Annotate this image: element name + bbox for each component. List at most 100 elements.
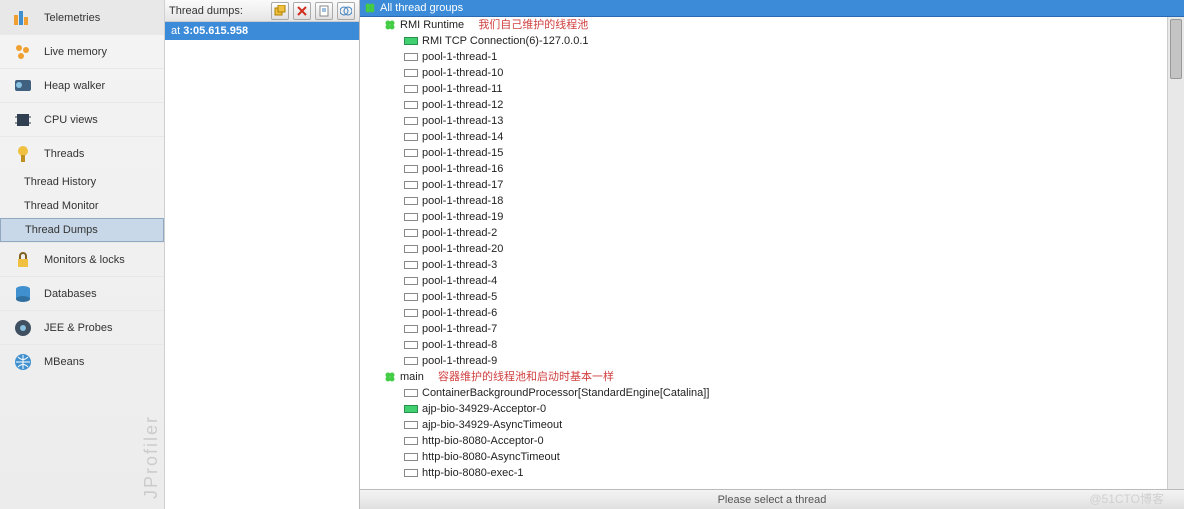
diff-dump-button[interactable] — [337, 2, 355, 20]
sidebar-item-threads[interactable]: Threads — [0, 136, 164, 170]
thread-node[interactable]: http-bio-8080-Acceptor-0 — [364, 433, 1184, 449]
thread-state-icon — [404, 85, 418, 93]
thread-node[interactable]: RMI TCP Connection(6)-127.0.0.1 — [364, 33, 1184, 49]
sidebar-item-locks[interactable]: Monitors & locks — [0, 242, 164, 276]
tree-body[interactable]: RMI Runtime 我们自己维护的线程池RMI TCP Connection… — [360, 17, 1184, 489]
thread-label: pool-1-thread-3 — [422, 257, 497, 273]
thread-node[interactable]: pool-1-thread-15 — [364, 145, 1184, 161]
status-bar: Please select a thread — [360, 489, 1184, 509]
thread-node[interactable]: pool-1-thread-6 — [364, 305, 1184, 321]
thread-node[interactable]: ContainerBackgroundProcessor[StandardEng… — [364, 385, 1184, 401]
thread-state-icon — [404, 149, 418, 157]
thread-node[interactable]: http-bio-8080-AsyncTimeout — [364, 449, 1184, 465]
thread-label: http-bio-8080-AsyncTimeout — [422, 449, 560, 465]
sidebar-item-livemem[interactable]: Live memory — [0, 34, 164, 68]
thread-node[interactable]: pool-1-thread-1 — [364, 49, 1184, 65]
thread-label: pool-1-thread-8 — [422, 337, 497, 353]
thread-node[interactable]: pool-1-thread-20 — [364, 241, 1184, 257]
status-text: Please select a thread — [718, 494, 827, 506]
thread-node[interactable]: ajp-bio-34929-Acceptor-0 — [364, 401, 1184, 417]
dumps-title: Thread dumps: — [169, 5, 243, 17]
thread-node[interactable]: pool-1-thread-8 — [364, 337, 1184, 353]
sidebar-item-mbeans[interactable]: MBeans — [0, 344, 164, 378]
annotation-text: 我们自己维护的线程池 — [478, 17, 588, 33]
thread-dumps-panel: Thread dumps: at 3:05.615.958 — [165, 0, 360, 509]
thread-label: http-bio-8080-Acceptor-0 — [422, 433, 544, 449]
delete-dump-button[interactable] — [293, 2, 311, 20]
thread-state-icon — [404, 213, 418, 221]
thread-node[interactable]: http-bio-8080-exec-1 — [364, 465, 1184, 481]
thread-state-icon — [404, 421, 418, 429]
dumps-header: Thread dumps: — [165, 0, 359, 22]
thread-label: http-bio-8080-exec-1 — [422, 465, 524, 481]
annotation-text: 容器维护的线程池和启动时基本一样 — [438, 369, 614, 385]
sidebar-item-telemetries[interactable]: Telemetries — [0, 0, 164, 34]
sidebar-sub-thread-dumps[interactable]: Thread Dumps — [0, 218, 164, 242]
thread-node[interactable]: pool-1-thread-2 — [364, 225, 1184, 241]
thread-node[interactable]: pool-1-thread-19 — [364, 209, 1184, 225]
thread-node[interactable]: ajp-bio-34929-AsyncTimeout — [364, 417, 1184, 433]
sidebar-item-probes[interactable]: JEE & Probes — [0, 310, 164, 344]
thread-group[interactable]: main 容器维护的线程池和启动时基本一样 — [364, 369, 1184, 385]
thread-node[interactable]: pool-1-thread-4 — [364, 273, 1184, 289]
cpu-icon — [12, 109, 34, 131]
thread-group-label: RMI Runtime — [400, 17, 464, 33]
thread-node[interactable]: pool-1-thread-18 — [364, 193, 1184, 209]
thread-label: pool-1-thread-9 — [422, 353, 497, 369]
thread-state-icon — [404, 69, 418, 77]
db-icon — [12, 283, 34, 305]
thread-tree-panel: All thread groups RMI Runtime 我们自己维护的线程池… — [360, 0, 1184, 509]
thread-state-icon — [404, 293, 418, 301]
thread-label: ContainerBackgroundProcessor[StandardEng… — [422, 385, 709, 401]
tree-header[interactable]: All thread groups — [360, 0, 1184, 17]
vertical-scrollbar[interactable] — [1167, 17, 1184, 489]
sidebar-item-cpu[interactable]: CPU views — [0, 102, 164, 136]
thread-node[interactable]: pool-1-thread-5 — [364, 289, 1184, 305]
thread-label: pool-1-thread-15 — [422, 145, 503, 161]
thread-label: pool-1-thread-5 — [422, 289, 497, 305]
scrollbar-thumb[interactable] — [1170, 19, 1182, 79]
locks-icon — [12, 249, 34, 271]
sidebar-item-label: MBeans — [44, 356, 84, 368]
dumps-list[interactable]: at 3:05.615.958 — [165, 22, 359, 509]
thread-node[interactable]: pool-1-thread-9 — [364, 353, 1184, 369]
thread-node[interactable]: pool-1-thread-7 — [364, 321, 1184, 337]
clover-icon — [364, 2, 376, 14]
thread-node[interactable]: pool-1-thread-10 — [364, 65, 1184, 81]
thread-node[interactable]: pool-1-thread-11 — [364, 81, 1184, 97]
thread-state-icon — [404, 469, 418, 477]
sidebar-item-label: Monitors & locks — [44, 254, 125, 266]
heap-icon — [12, 75, 34, 97]
thread-node[interactable]: pool-1-thread-17 — [364, 177, 1184, 193]
thread-group-label: main — [400, 369, 424, 385]
thread-state-icon — [404, 133, 418, 141]
thread-state-icon — [404, 37, 418, 45]
copy-dump-button[interactable] — [315, 2, 333, 20]
record-dump-button[interactable] — [271, 2, 289, 20]
mbeans-icon — [12, 351, 34, 373]
thread-state-icon — [404, 437, 418, 445]
sidebar-item-heap[interactable]: Heap walker — [0, 68, 164, 102]
thread-group[interactable]: RMI Runtime 我们自己维护的线程池 — [364, 17, 1184, 33]
thread-state-icon — [404, 341, 418, 349]
cto-watermark: @51CTO博客 — [1089, 490, 1164, 507]
thread-label: pool-1-thread-19 — [422, 209, 503, 225]
sidebar-sub-thread-monitor[interactable]: Thread Monitor — [0, 194, 164, 218]
dump-item[interactable]: at 3:05.615.958 — [165, 22, 359, 40]
thread-node[interactable]: pool-1-thread-16 — [364, 161, 1184, 177]
sidebar-item-label: JEE & Probes — [44, 322, 112, 334]
thread-state-icon — [404, 53, 418, 61]
thread-node[interactable]: pool-1-thread-3 — [364, 257, 1184, 273]
thread-node[interactable]: pool-1-thread-13 — [364, 113, 1184, 129]
thread-state-icon — [404, 389, 418, 397]
thread-state-icon — [404, 229, 418, 237]
sidebar-sub-thread-history[interactable]: Thread History — [0, 170, 164, 194]
sidebar-item-db[interactable]: Databases — [0, 276, 164, 310]
thread-label: pool-1-thread-17 — [422, 177, 503, 193]
thread-node[interactable]: pool-1-thread-12 — [364, 97, 1184, 113]
sidebar-item-label: Databases — [44, 288, 97, 300]
thread-state-icon — [404, 261, 418, 269]
thread-node[interactable]: pool-1-thread-14 — [364, 129, 1184, 145]
thread-state-icon — [404, 245, 418, 253]
sidebar-item-label: Heap walker — [44, 80, 105, 92]
